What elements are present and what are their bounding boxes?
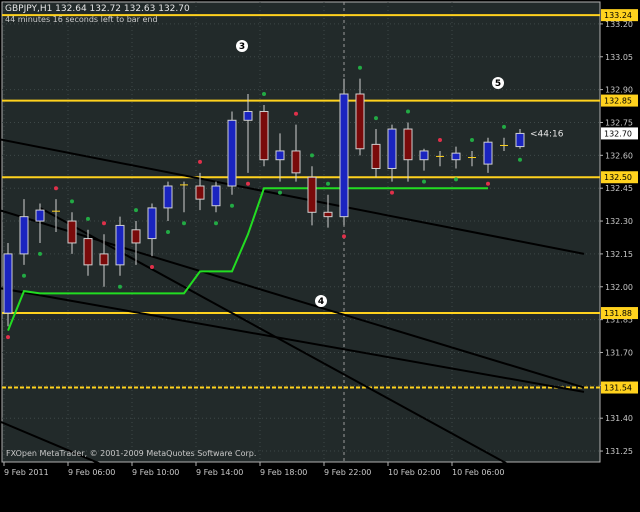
price-tick-label: 133.20 (605, 20, 633, 29)
signal-dot (134, 208, 138, 213)
price-tick-label: 132.90 (605, 86, 633, 95)
candle-body (451, 152, 461, 161)
time-tick-label: 10 Feb 06:00 (452, 468, 504, 477)
level-tag-label: 133.24 (604, 11, 632, 20)
timer-text: 44 minutes 16 seconds left to bar end (5, 15, 158, 24)
signal-dot (166, 230, 170, 234)
candle-body (35, 209, 45, 222)
signal-dot (294, 111, 298, 116)
price-chart[interactable]: 3 5 4 <44:16 133.20 133.05 132.90 132.75 132.60… (0, 0, 640, 512)
candle-body (163, 185, 173, 209)
level-tag-label: 131.54 (604, 384, 632, 393)
candle-body (515, 132, 525, 148)
candle-body (339, 93, 349, 218)
signal-dot (246, 181, 250, 186)
signal-dot (438, 138, 442, 142)
time-tick-label: 9 Feb 14:00 (196, 468, 243, 477)
marker-label: 3 (239, 42, 245, 52)
signal-dot (486, 181, 490, 186)
time-tick-label: 10 Feb 02:00 (388, 468, 440, 477)
candle-body (99, 253, 109, 266)
price-tick-label: 132.00 (605, 283, 633, 292)
level-tag-label: 131.88 (604, 309, 632, 318)
signal-dot (262, 92, 266, 96)
price-tick-label: 132.75 (605, 118, 633, 127)
candle-body (291, 150, 301, 174)
signal-dot (342, 234, 346, 239)
signal-dot (502, 124, 506, 129)
signal-dot (102, 221, 106, 226)
price-tick-label: 131.70 (605, 348, 633, 357)
copyright-text: FXOpen MetaTrader, © 2001-2009 MetaQuote… (6, 449, 256, 458)
symbol-line: GBPJPY,H1 132.64 132.72 132.63 132.70 (5, 4, 190, 14)
signal-dot (422, 179, 426, 184)
price-tick-label: 132.15 (605, 250, 633, 259)
signal-dot (182, 221, 186, 226)
signal-dot (374, 116, 378, 121)
time-tick-label: 9 Feb 06:00 (68, 468, 115, 477)
signal-dot (406, 109, 410, 114)
signal-dot (150, 265, 154, 270)
signal-dot (38, 251, 42, 256)
signal-dot (358, 65, 362, 70)
price-tick-label: 133.05 (605, 53, 633, 62)
marker-label: 4 (318, 297, 324, 307)
signal-dot (6, 335, 10, 340)
signal-dot (214, 221, 218, 226)
signal-dot (54, 186, 58, 191)
candle-body (355, 93, 365, 150)
candle-body (403, 128, 413, 161)
time-tick-label: 9 Feb 2011 (4, 468, 49, 477)
price-tick-label: 132.30 (605, 217, 633, 226)
signal-dot (454, 177, 458, 182)
candle-body (83, 238, 93, 266)
price-tick-label: 132.45 (605, 184, 633, 193)
chart-window[interactable]: 3 5 4 <44:16 133.20 133.05 132.90 132.75 132.60… (0, 0, 640, 512)
signal-dot (118, 284, 122, 289)
price-tick-label: 132.60 (605, 151, 633, 160)
plot-area (1, 1, 601, 463)
time-tick-label: 9 Feb 10:00 (132, 468, 179, 477)
candle-body (259, 111, 269, 161)
candle (339, 78, 349, 239)
signal-dot (278, 190, 282, 195)
candle-body (3, 253, 13, 314)
signal-dot (470, 138, 474, 142)
candle-body (227, 119, 237, 187)
candle-body (211, 185, 221, 207)
candle-body (387, 128, 397, 169)
candle-body (371, 143, 381, 169)
candle-body (131, 229, 141, 244)
signal-dot (86, 216, 90, 221)
time-tick-label: 9 Feb 18:00 (260, 468, 307, 477)
signal-dot (198, 159, 202, 164)
marker-label: 5 (495, 79, 501, 89)
candle-body (195, 185, 205, 200)
candle-body (323, 211, 333, 218)
price-tick-label: 131.40 (605, 414, 633, 423)
signal-dot (22, 273, 26, 278)
level-tag-label: 132.50 (604, 173, 632, 182)
signal-dot (70, 199, 74, 204)
time-tick-label: 9 Feb 22:00 (324, 468, 371, 477)
candle-body (147, 207, 157, 240)
price-tick-label: 131.25 (605, 447, 633, 456)
candle-body (483, 141, 493, 165)
signal-dot (310, 153, 314, 158)
candle-body (419, 150, 429, 161)
level-tag-label: 132.85 (604, 97, 632, 106)
candle-body (307, 176, 317, 213)
signal-dot (518, 157, 522, 162)
candle-body (275, 150, 285, 161)
candle-body (67, 220, 77, 244)
current-price-label: 132.70 (604, 129, 632, 138)
signal-dot (390, 190, 394, 195)
candle-body (19, 216, 29, 255)
signal-dot (326, 181, 330, 186)
signal-dot (230, 203, 234, 208)
candle-body (243, 111, 253, 121)
countdown-label: <44:16 (530, 129, 564, 139)
candle-body (115, 224, 125, 266)
